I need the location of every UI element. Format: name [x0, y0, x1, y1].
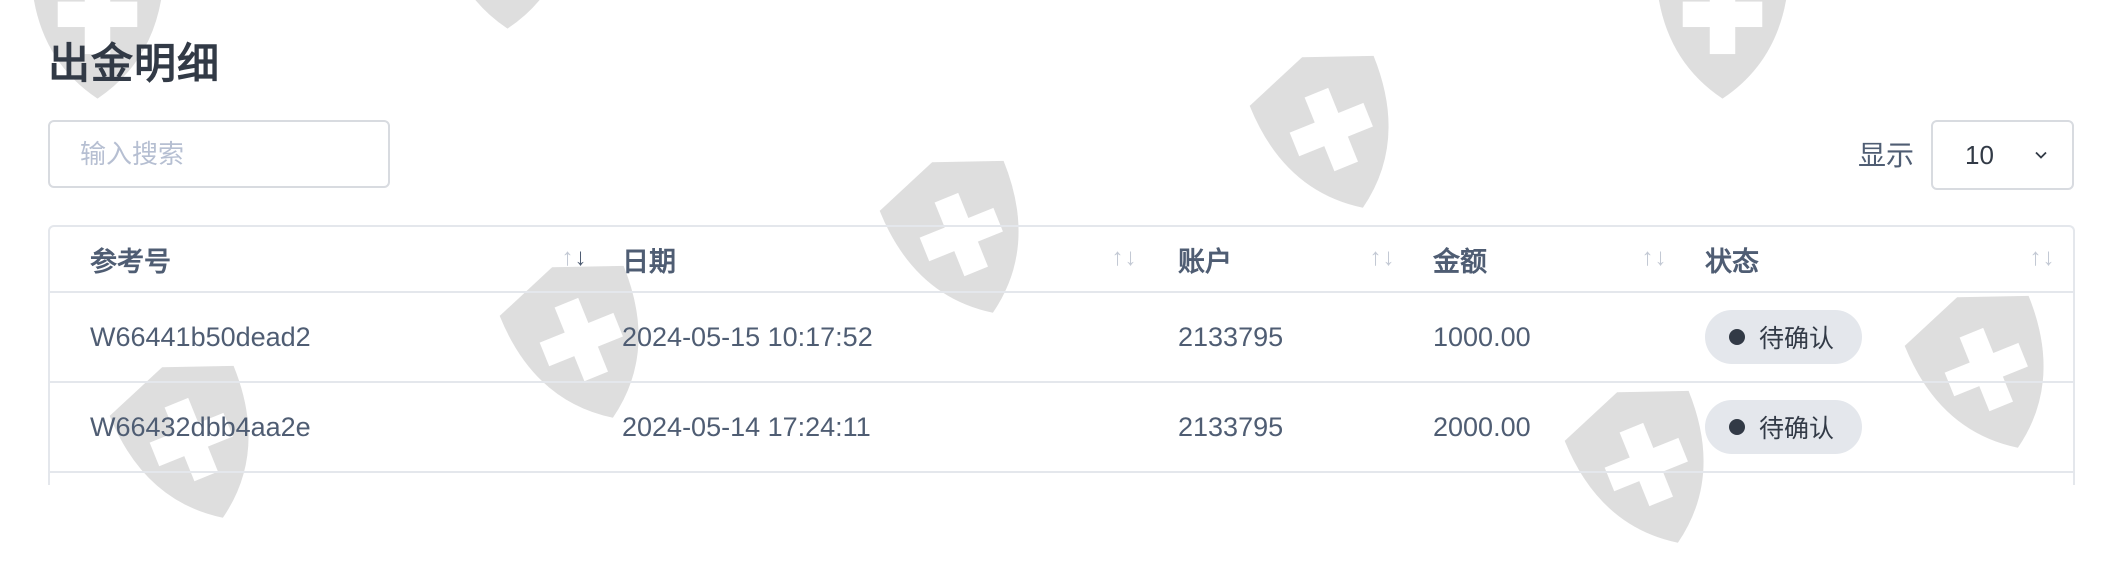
- sort-arrows-icon[interactable]: ↑ ↓: [2028, 243, 2056, 273]
- status-dot-icon: [1729, 419, 1745, 435]
- cell-ref: W66441b50dead2: [90, 321, 311, 352]
- cell-ref: W66432dbb4aa2e: [90, 411, 311, 442]
- column-header-ref[interactable]: 参考号: [90, 227, 171, 291]
- sort-arrows-icon[interactable]: ↑ ↓: [1368, 243, 1396, 273]
- page-size-value: 10: [1965, 139, 1994, 170]
- cell-account: 2133795: [1178, 321, 1284, 352]
- chevron-down-icon: [2035, 151, 2047, 159]
- column-header-account[interactable]: 账户: [1178, 227, 1232, 291]
- status-badge-label: 待确认: [1759, 415, 1835, 443]
- table-row[interactable]: W66432dbb4aa2e 2024-05-14 17:24:11 21337…: [50, 383, 2073, 473]
- withdrawal-table: 参考号 ↑ ↓ 日期 ↑ ↓ 账户 ↑ ↓ 金额 ↑ ↓ 状态 ↑ ↓ W66441b50…: [48, 225, 2075, 485]
- page-size-label: 显示: [1858, 140, 1915, 171]
- table-row[interactable]: W66441b50dead2 2024-05-15 10:17:52 21337…: [50, 293, 2073, 383]
- sort-arrows-icon[interactable]: ↑ ↓: [560, 243, 588, 273]
- content-area: 出金明细 显示 10 参考号 ↑↓ 日期 ↑↓ 账户 ↑↓ 金额 ↑↓ 状态 ↑…: [0, 0, 2107, 485]
- column-header-amount[interactable]: 金额: [1433, 227, 1487, 291]
- cell-date: 2024-05-14 17:24:11: [622, 411, 871, 442]
- cell-date: 2024-05-15 10:17:52: [622, 321, 873, 352]
- sort-arrows-icon[interactable]: ↑ ↓: [1640, 243, 1668, 273]
- table-header: 参考号 ↑ ↓ 日期 ↑ ↓ 账户 ↑ ↓ 金额 ↑ ↓ 状态 ↑ ↓: [50, 227, 2073, 293]
- page-size-select[interactable]: 10: [1931, 120, 2074, 190]
- sort-arrows-icon[interactable]: ↑ ↓: [1110, 243, 1138, 273]
- column-header-date[interactable]: 日期: [622, 227, 676, 291]
- cell-amount: 1000.00: [1433, 321, 1531, 352]
- status-badge: 待确认: [1705, 400, 1863, 454]
- cell-amount: 2000.00: [1433, 411, 1531, 442]
- page-title: 出金明细: [48, 40, 221, 87]
- status-badge: 待确认: [1705, 310, 1863, 364]
- cell-status: 待确认: [1705, 383, 1863, 471]
- status-badge-label: 待确认: [1759, 325, 1835, 353]
- column-header-status[interactable]: 状态: [1705, 227, 1759, 291]
- status-dot-icon: [1729, 329, 1745, 345]
- cell-status: 待确认: [1705, 293, 1863, 381]
- search-input[interactable]: [48, 120, 390, 188]
- cell-account: 2133795: [1178, 411, 1284, 442]
